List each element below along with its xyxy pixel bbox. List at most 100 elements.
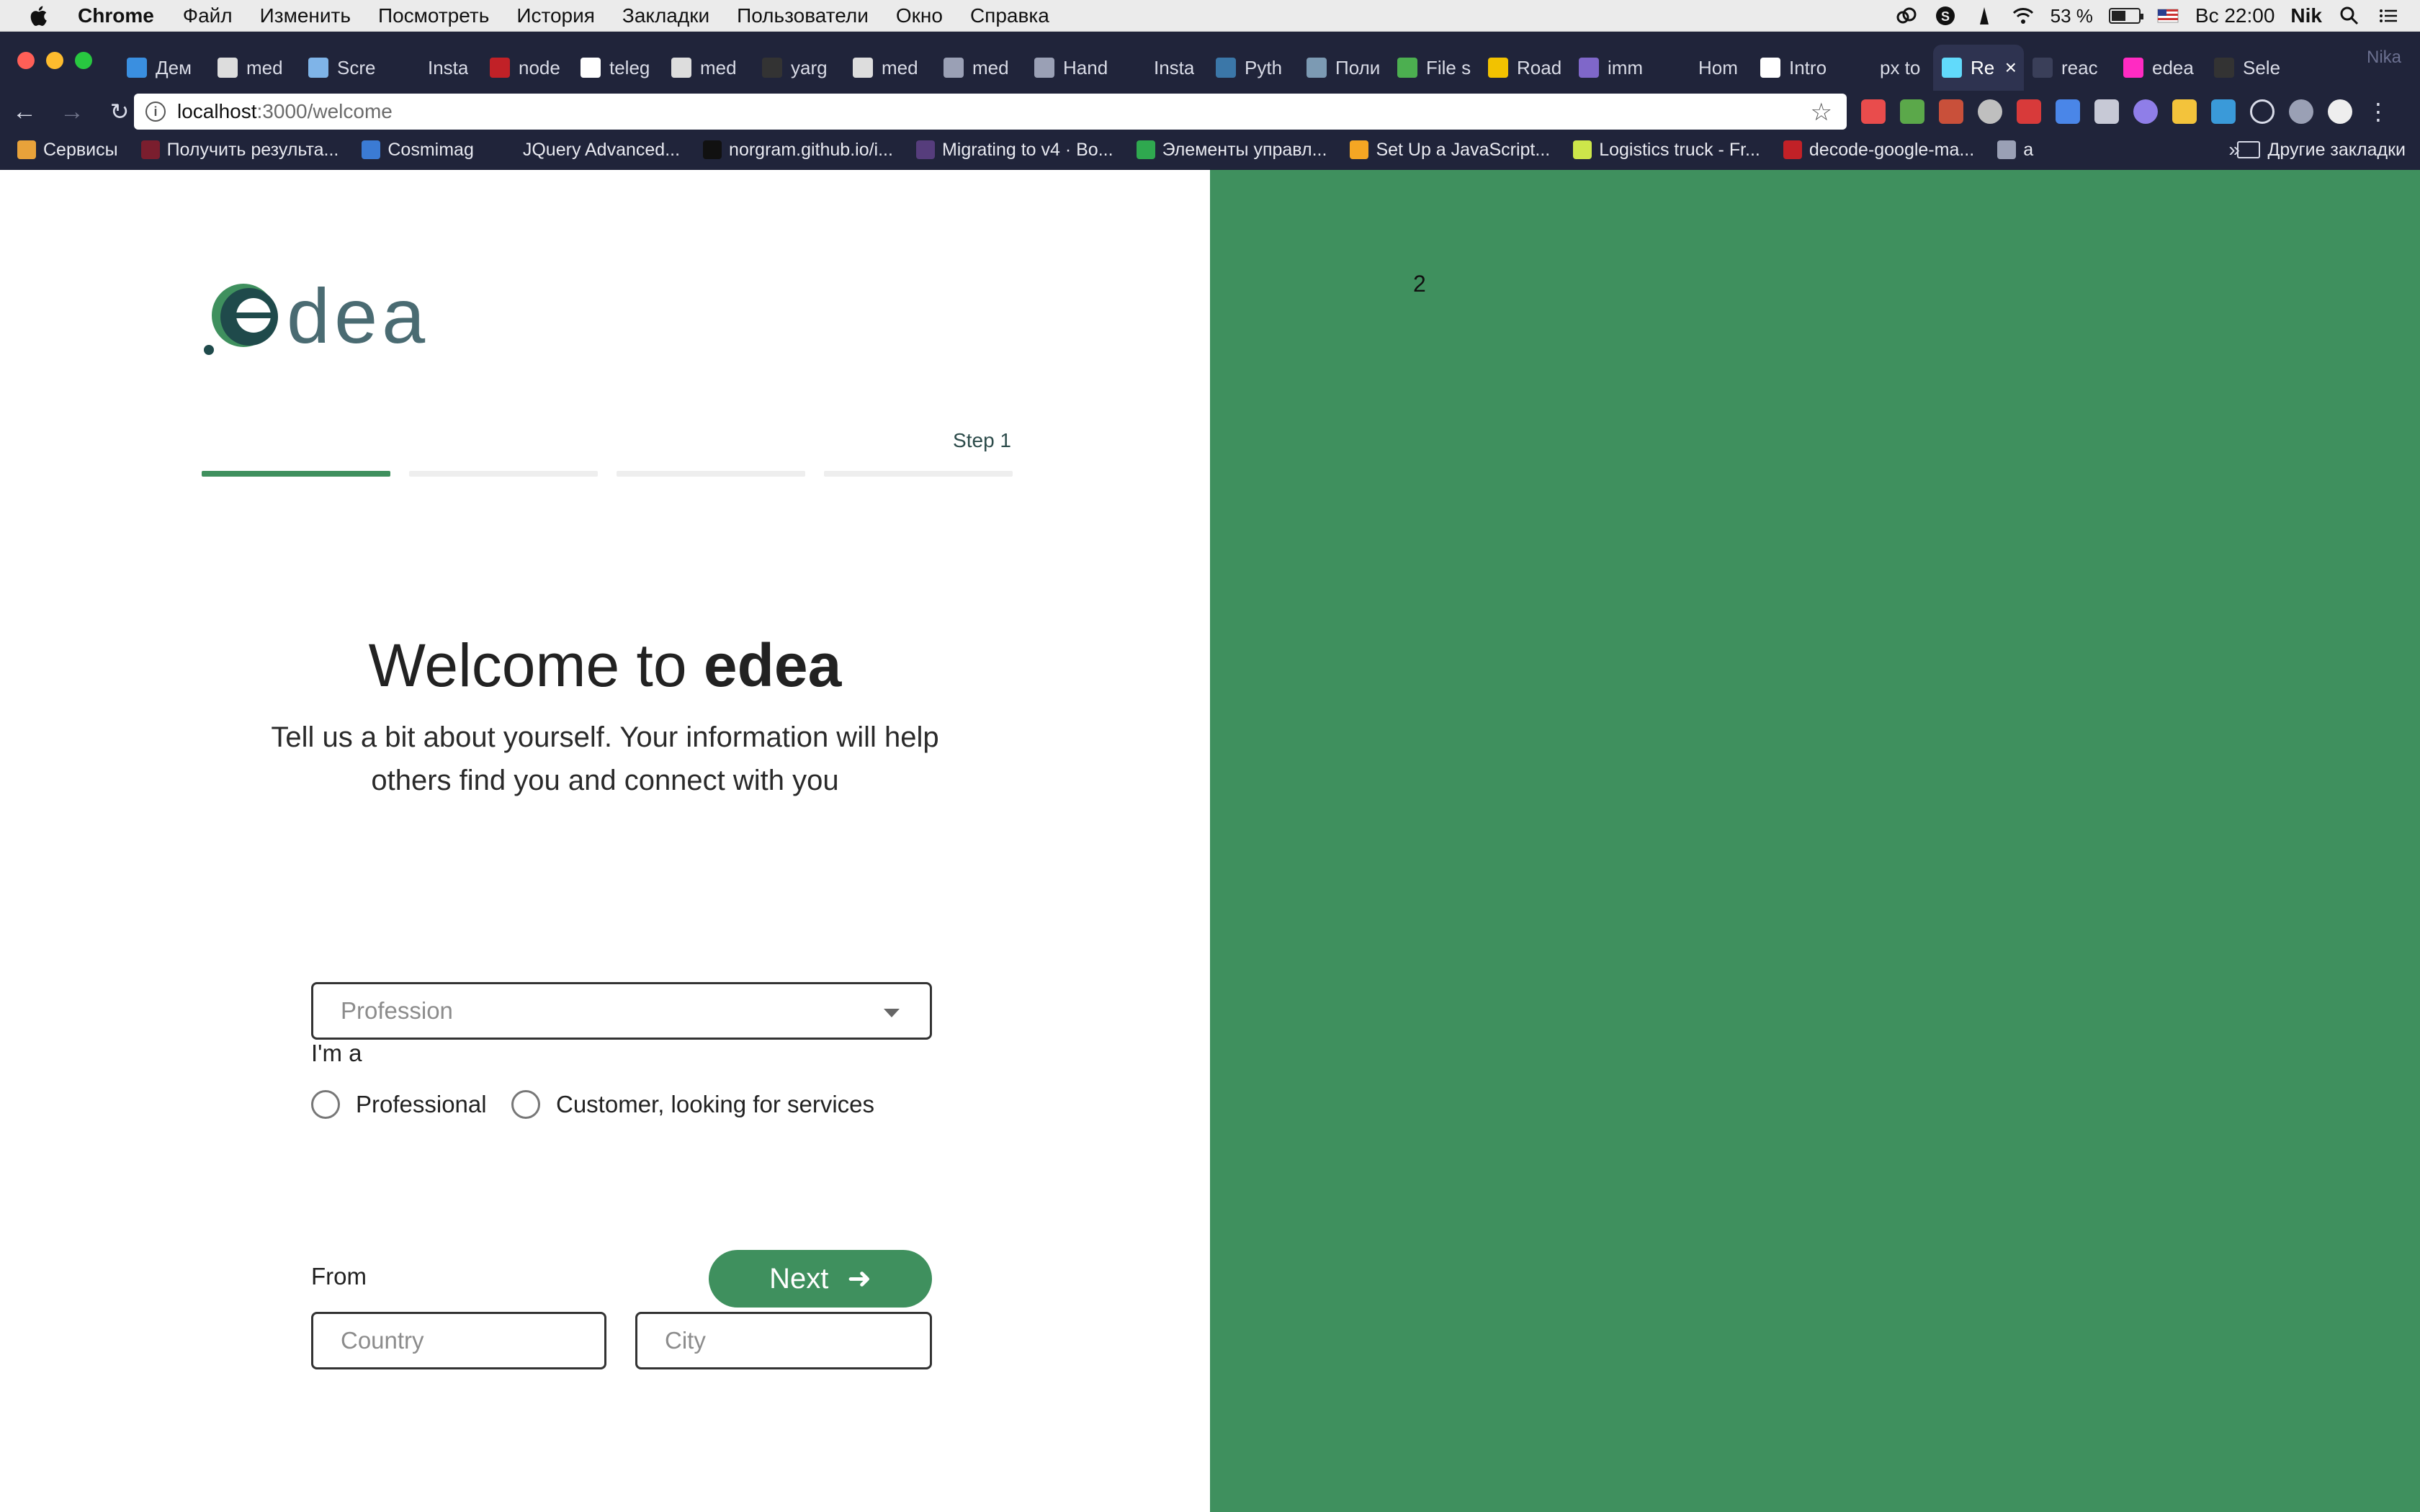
menu-history[interactable]: История bbox=[516, 4, 595, 27]
bird-icon bbox=[1997, 140, 2017, 159]
extension-recorder-icon[interactable] bbox=[1939, 99, 1963, 124]
extension-instagram-icon[interactable] bbox=[1861, 99, 1886, 124]
creative-cloud-icon[interactable] bbox=[1895, 4, 1918, 27]
notification-center-icon[interactable] bbox=[2377, 4, 2400, 27]
browser-tab[interactable]: Hand bbox=[1026, 45, 1116, 91]
other-bookmarks-folder[interactable]: Другие закладки bbox=[2237, 130, 2406, 170]
us-flag-icon[interactable] bbox=[2156, 4, 2179, 27]
window-close-button[interactable] bbox=[17, 52, 35, 69]
close-tab-icon[interactable]: × bbox=[2005, 56, 2017, 79]
skype-icon[interactable]: S bbox=[1934, 4, 1957, 27]
browser-tab[interactable]: Pyth bbox=[1207, 45, 1298, 91]
browser-tab[interactable]: med bbox=[935, 45, 1026, 91]
extension-cors-icon[interactable] bbox=[1900, 99, 1924, 124]
reload-icon[interactable]: ↻ bbox=[105, 97, 134, 126]
browser-tab[interactable]: edea bbox=[2115, 45, 2205, 91]
address-bar[interactable]: i localhost:3000/welcome ☆ bbox=[134, 94, 1847, 130]
extension-globe-icon[interactable] bbox=[2289, 99, 2313, 124]
user-name[interactable]: Nik bbox=[2290, 4, 2322, 27]
pane-number: 2 bbox=[1413, 271, 1426, 297]
extension-adblock-icon[interactable] bbox=[1978, 99, 2002, 124]
back-icon[interactable]: ← bbox=[10, 97, 39, 126]
bookmark-item[interactable]: decode-google-ma... bbox=[1783, 140, 1974, 161]
window-minimize-button[interactable] bbox=[46, 52, 63, 69]
extension-target-icon[interactable] bbox=[2250, 99, 2275, 124]
menu-bookmarks[interactable]: Закладки bbox=[622, 4, 709, 27]
role-customer-radio[interactable]: Customer, looking for services bbox=[511, 1090, 874, 1119]
vlc-icon[interactable] bbox=[1973, 4, 1996, 27]
bookmark-item[interactable]: norgram.github.io/i... bbox=[703, 140, 893, 161]
browser-tab[interactable]: Re × bbox=[1933, 45, 2024, 91]
menu-help[interactable]: Справка bbox=[970, 4, 1049, 27]
extension-media-icon[interactable] bbox=[2017, 99, 2041, 124]
browser-tab[interactable]: Scre bbox=[300, 45, 390, 91]
npm-icon bbox=[1783, 140, 1802, 159]
extension-hexagon-icon[interactable] bbox=[2133, 99, 2158, 124]
extension-shield-icon[interactable] bbox=[2094, 99, 2119, 124]
chrome-menu-icon[interactable]: ⋮ bbox=[2367, 99, 2390, 124]
profession-select[interactable]: Profession bbox=[311, 982, 932, 1040]
bookmark-item[interactable]: a bbox=[1997, 140, 2033, 161]
browser-tab[interactable]: Дем bbox=[118, 45, 209, 91]
browser-tab[interactable]: File s bbox=[1389, 45, 1479, 91]
menu-people[interactable]: Пользователи bbox=[737, 4, 869, 27]
battery-icon[interactable] bbox=[2108, 8, 2143, 24]
site-info-icon[interactable]: i bbox=[145, 102, 166, 122]
menu-file[interactable]: Файл bbox=[183, 4, 233, 27]
bookmark-star-icon[interactable]: ☆ bbox=[1811, 98, 1832, 127]
browser-tab[interactable]: node bbox=[481, 45, 572, 91]
bookmark-item[interactable]: Cosmimag bbox=[362, 140, 474, 161]
browser-tab[interactable]: Hom bbox=[1661, 45, 1752, 91]
bookmark-item[interactable]: Logistics truck - Fr... bbox=[1573, 140, 1760, 161]
apple-logo-icon[interactable] bbox=[27, 4, 52, 28]
browser-tab[interactable]: Sele bbox=[2205, 45, 2296, 91]
profile-name[interactable]: Nika bbox=[2367, 48, 2401, 68]
browser-tab[interactable]: yarg bbox=[753, 45, 844, 91]
radio-circle[interactable] bbox=[511, 1090, 540, 1119]
browser-tab[interactable]: imm bbox=[1570, 45, 1661, 91]
browser-tab[interactable]: Insta bbox=[1116, 45, 1207, 91]
npm-icon bbox=[490, 58, 510, 78]
bookmarks-bar: Сервисы Получить результа... Cosmimag JQuer… bbox=[0, 130, 2420, 170]
menu-app-name[interactable]: Chrome bbox=[78, 4, 154, 27]
link-icon bbox=[1034, 58, 1054, 78]
bookmark-item[interactable]: JQuery Advanced... bbox=[496, 140, 680, 161]
radio-circle[interactable] bbox=[311, 1090, 340, 1119]
next-button[interactable]: Next ➜ bbox=[709, 1250, 932, 1308]
bookmark-item[interactable]: Элементы управл... bbox=[1136, 140, 1327, 161]
browser-tab[interactable]: Intro bbox=[1752, 45, 1842, 91]
url-path: :3000/welcome bbox=[256, 100, 393, 122]
wifi-icon[interactable] bbox=[2012, 4, 2035, 27]
browser-tab[interactable]: med bbox=[663, 45, 753, 91]
browser-tab[interactable]: Road bbox=[1479, 45, 1570, 91]
extension-bookmark-icon[interactable] bbox=[2172, 99, 2197, 124]
tab-label: node bbox=[519, 56, 560, 78]
extension-translate-icon[interactable] bbox=[2056, 99, 2080, 124]
bookmark-item[interactable]: Set Up a JavaScript... bbox=[1350, 140, 1550, 161]
title-prefix: Welcome to bbox=[368, 631, 704, 699]
role-professional-radio[interactable]: Professional bbox=[311, 1090, 487, 1119]
extension-stylus-icon[interactable] bbox=[2211, 99, 2236, 124]
browser-tab[interactable]: teleg bbox=[572, 45, 663, 91]
city-input[interactable]: City bbox=[635, 1312, 932, 1369]
browser-tab[interactable]: Поли bbox=[1298, 45, 1389, 91]
forward-icon[interactable]: → bbox=[58, 97, 86, 126]
clock[interactable]: Вс 22:00 bbox=[2195, 4, 2275, 27]
medium-icon bbox=[853, 58, 873, 78]
menu-edit[interactable]: Изменить bbox=[260, 4, 351, 27]
browser-tab[interactable]: px to bbox=[1842, 45, 1933, 91]
spotlight-search-icon[interactable] bbox=[2338, 4, 2361, 27]
browser-tab[interactable]: Insta bbox=[390, 45, 481, 91]
menu-view[interactable]: Посмотреть bbox=[378, 4, 489, 27]
browser-tab[interactable]: med bbox=[209, 45, 300, 91]
menu-window[interactable]: Окно bbox=[896, 4, 943, 27]
extension-dark-reader-icon[interactable] bbox=[2328, 99, 2352, 124]
arrow-right-icon: ➜ bbox=[847, 1263, 871, 1295]
bookmark-item[interactable]: Получить результа... bbox=[140, 140, 339, 161]
bookmark-item[interactable]: Migrating to v4 · Bo... bbox=[915, 140, 1113, 161]
browser-tab[interactable]: reac bbox=[2024, 45, 2115, 91]
window-zoom-button[interactable] bbox=[75, 52, 92, 69]
country-input[interactable]: Country bbox=[311, 1312, 606, 1369]
browser-tab[interactable]: med bbox=[844, 45, 935, 91]
bookmark-item[interactable]: Сервисы bbox=[17, 140, 118, 161]
